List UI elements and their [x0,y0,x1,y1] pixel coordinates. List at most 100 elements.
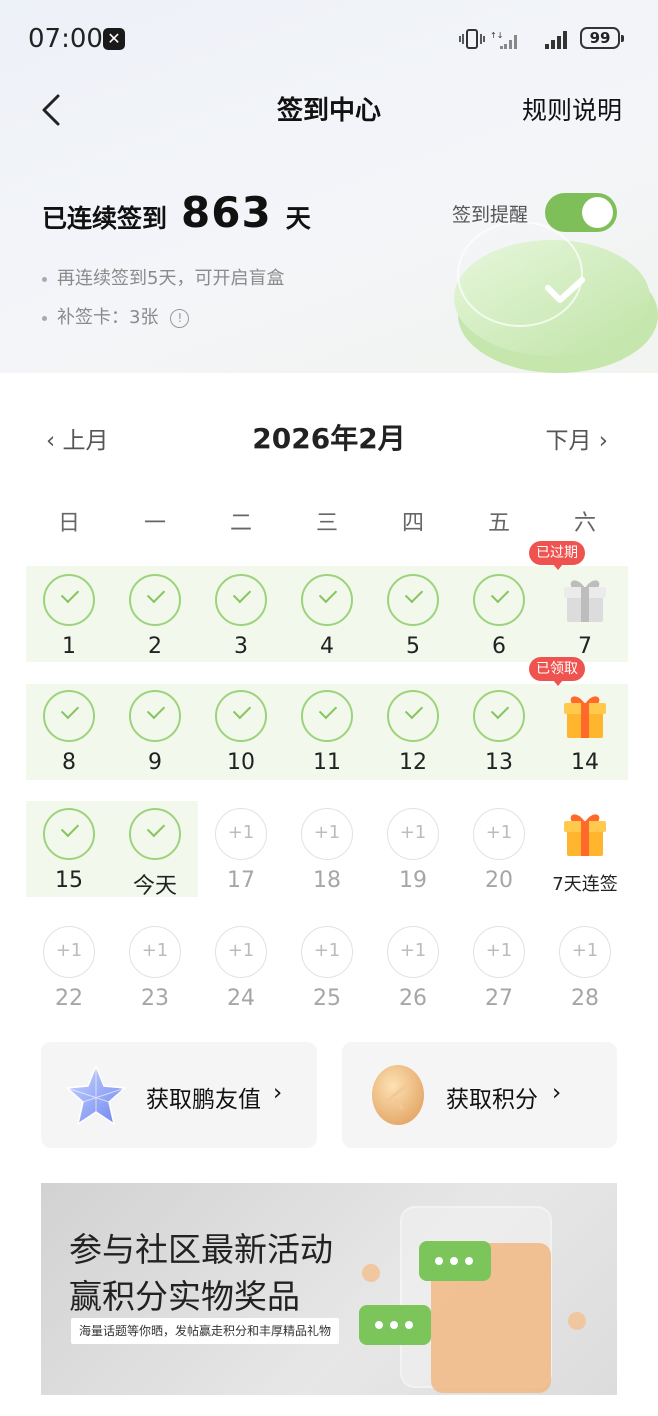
reminder-label: 签到提醒 [452,204,529,226]
calendar-day[interactable]: +1 19 [370,806,456,906]
calendar-day[interactable]: +1 27 [456,924,542,1024]
check-icon [43,574,95,626]
points-label: 获取积分 [446,1087,538,1113]
plus-one-marker: +1 [43,926,95,978]
get-friend-value-card[interactable]: 获取鹏友值 › [41,1042,317,1148]
day-label: 6 [492,634,506,659]
calendar-day[interactable]: 8 [26,688,112,788]
expired-badge: 已过期 [529,541,585,570]
plus-one-marker: +1 [473,926,525,978]
day-label: 8 [62,750,76,775]
weekday: 五 [487,511,510,536]
rules-link[interactable]: 规则说明 [522,91,622,127]
calendar-day[interactable]: 14 [542,688,628,788]
status-bar: 07:00 ✕ ↑↓ 99 [0,0,658,80]
claimed-badge: 已领取 [529,657,585,686]
weekday: 二 [229,511,252,536]
day-label: 27 [485,986,513,1011]
info-icon[interactable]: ! [170,308,190,328]
plus-one-marker: +1 [129,926,181,978]
calendar-day[interactable]: +1 24 [198,924,284,1024]
get-points-card[interactable]: 获取积分 › [342,1042,617,1148]
streak-suffix: 天 [285,204,311,233]
calendar-day[interactable]: 11 [284,688,370,788]
calendar-day[interactable]: 7天连签 [542,806,628,906]
bullet-dot [42,276,47,282]
community-activity-banner[interactable]: 参与社区最新活动 赢积分实物奖品 海量话题等你晒，发帖赢走积分和丰厚精品礼物 [41,1183,617,1395]
banner-title-line1: 参与社区最新活动 [69,1230,333,1269]
day-label: 9 [148,750,162,775]
chevron-right-icon: › [552,1080,562,1106]
plus-one-marker: +1 [215,926,267,978]
calendar-day[interactable]: +1 23 [112,924,198,1024]
gift-box-icon [564,814,606,856]
calendar-day[interactable]: 15 [26,806,112,906]
banner-subtitle: 海量话题等你晒，发帖赢走积分和丰厚精品礼物 [71,1318,340,1344]
reminder-toggle[interactable] [545,193,617,232]
gift-box-icon [564,696,606,738]
day-label: 15 [55,868,83,893]
next-month-button[interactable]: 下月 › [545,421,608,455]
day-label: 7 [578,634,592,659]
calendar-day[interactable]: 13 [456,688,542,788]
calendar-day[interactable]: 10 [198,688,284,788]
day-label: 28 [571,986,599,1011]
weekday: 四 [401,511,424,536]
day-label: 17 [227,868,255,893]
calendar-day[interactable]: 12 [370,688,456,788]
check-icon [387,690,439,742]
phone-chat-illustration [359,1206,586,1393]
check-coin-illustration [454,221,658,373]
calendar-day[interactable]: +1 18 [284,806,370,906]
day-label: 19 [399,868,427,893]
check-icon [473,690,525,742]
gift-box-icon [564,580,606,622]
day-label: 14 [571,750,599,775]
month-navigator: ‹ 上月 2026年2月 下月 › [0,415,658,463]
calendar-day[interactable]: +1 20 [456,806,542,906]
calendar-day[interactable]: +1 17 [198,806,284,906]
banner-title-line2: 赢积分实物奖品 [69,1277,300,1316]
calendar-day[interactable]: +1 26 [370,924,456,1024]
calendar-day[interactable]: 6 [456,572,542,672]
day-label: 18 [313,868,341,893]
check-icon [387,574,439,626]
day-label: 3 [234,634,248,659]
calendar-day[interactable]: +1 28 [542,924,628,1024]
calendar-day[interactable]: +1 25 [284,924,370,1024]
calendar-day[interactable]: 3 [198,572,284,672]
plus-one-marker: +1 [387,926,439,978]
calendar-day[interactable]: 9 [112,688,198,788]
plus-one-marker: +1 [473,808,525,860]
calendar-day[interactable]: 4 [284,572,370,672]
check-icon [43,690,95,742]
calendar-day[interactable]: 1 [26,572,112,672]
vibrate-icon [459,29,485,49]
status-time: 07:00 [28,24,103,54]
check-icon [43,808,95,860]
day-label: 23 [141,986,169,1011]
day-label: 5 [406,634,420,659]
plus-one-marker: +1 [387,808,439,860]
friend-value-label: 获取鹏友值 [146,1087,261,1113]
calendar-day[interactable]: 5 [370,572,456,672]
day-label: 20 [485,868,513,893]
calendar-day[interactable]: 今天 [112,806,198,906]
weekday: 一 [143,511,166,536]
weekday-header: 日 一 二 三 四 五 六 [26,505,628,537]
plus-one-marker: +1 [215,808,267,860]
gold-coin-icon [372,1065,424,1125]
bullet-dot [42,315,47,321]
calendar-day[interactable]: 2 [112,572,198,672]
tip-text: 补签卡：3张 [57,307,159,328]
day-label: 7天连签 [552,874,618,895]
calendar-day[interactable]: +1 22 [26,924,112,1024]
check-icon [129,574,181,626]
plus-one-marker: +1 [559,926,611,978]
signal-sim2-icon [545,31,567,49]
check-icon [301,690,353,742]
day-label: 11 [313,750,341,775]
day-label: 今天 [132,874,177,899]
x-app-icon: ✕ [103,28,125,50]
day-label: 4 [320,634,334,659]
